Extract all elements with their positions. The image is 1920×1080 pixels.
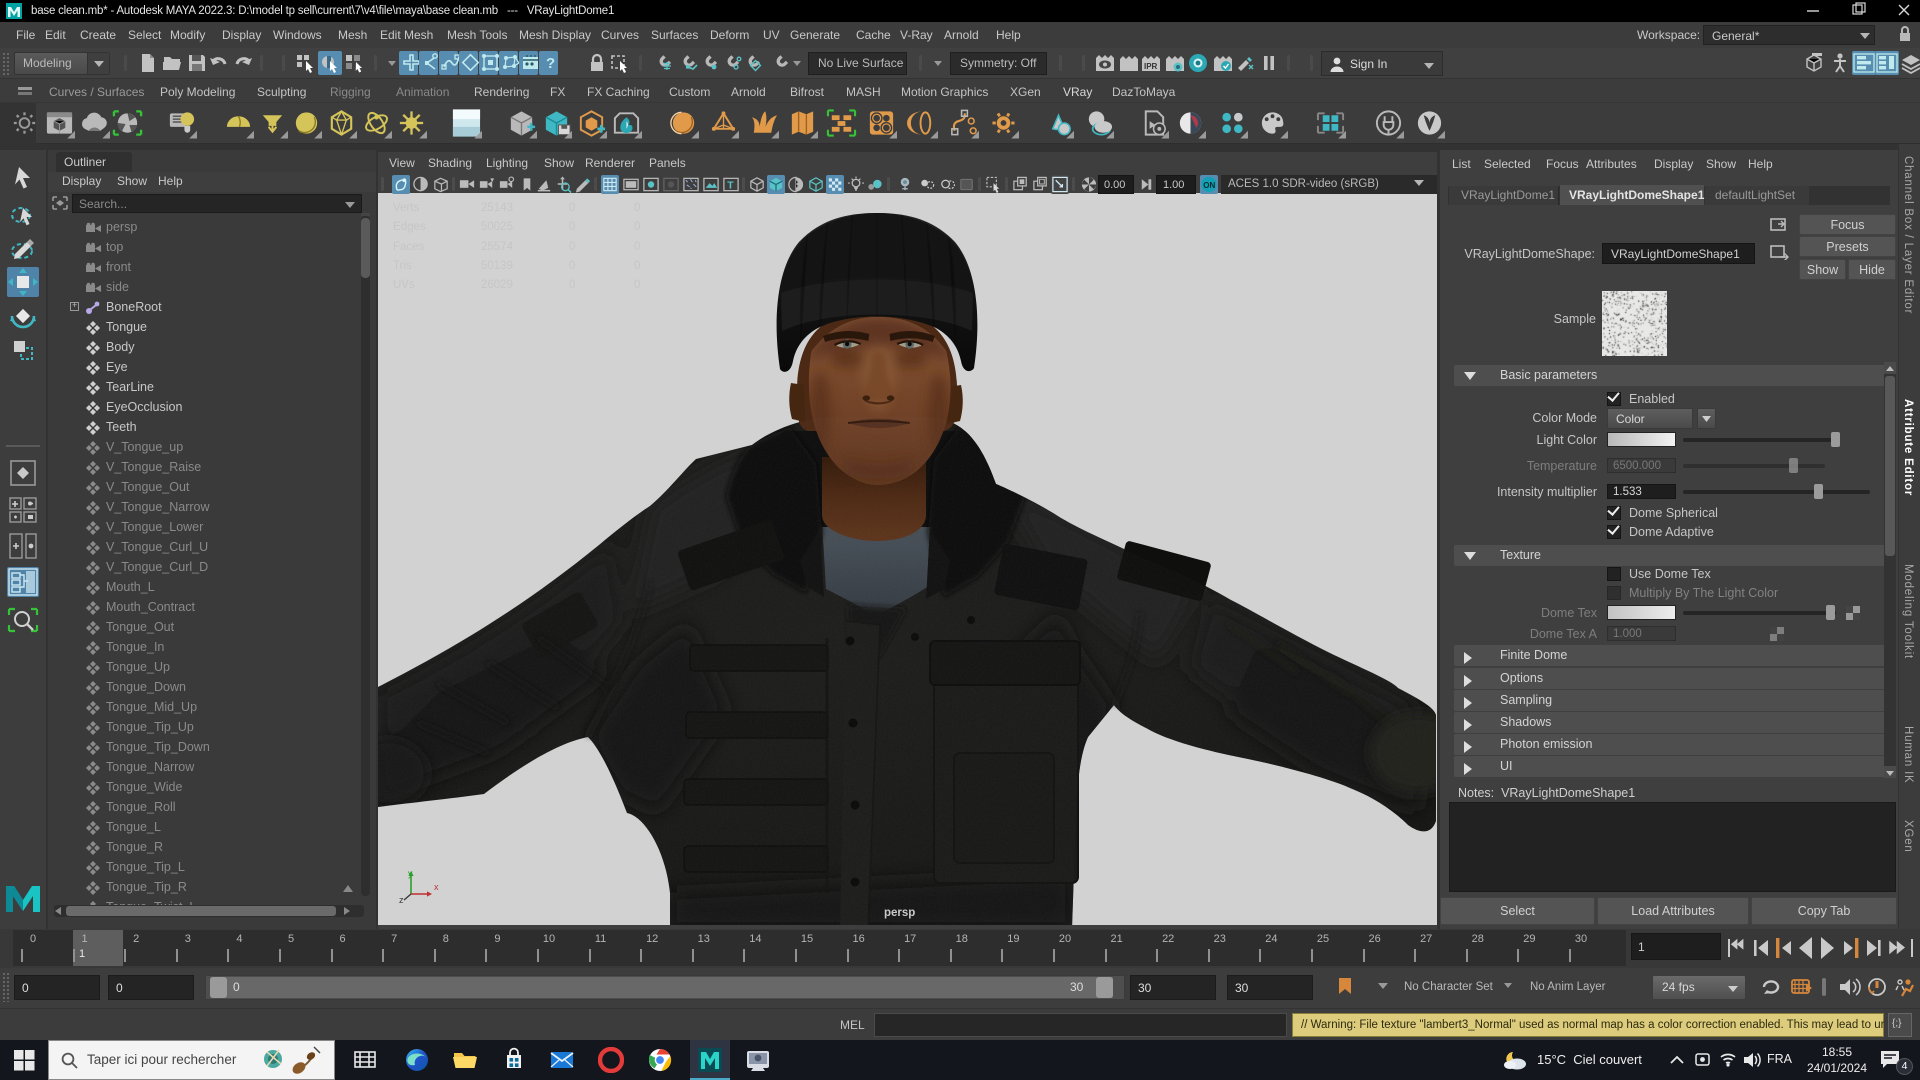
svg-text:IPR: IPR: [1144, 62, 1158, 71]
svg-text:T: T: [727, 180, 734, 191]
svg-text:x: x: [434, 882, 439, 892]
svg-text:?: ?: [546, 55, 555, 72]
svg-text:y: y: [408, 869, 413, 878]
svg-text:ON: ON: [1203, 181, 1215, 190]
svg-text:z: z: [399, 895, 404, 905]
